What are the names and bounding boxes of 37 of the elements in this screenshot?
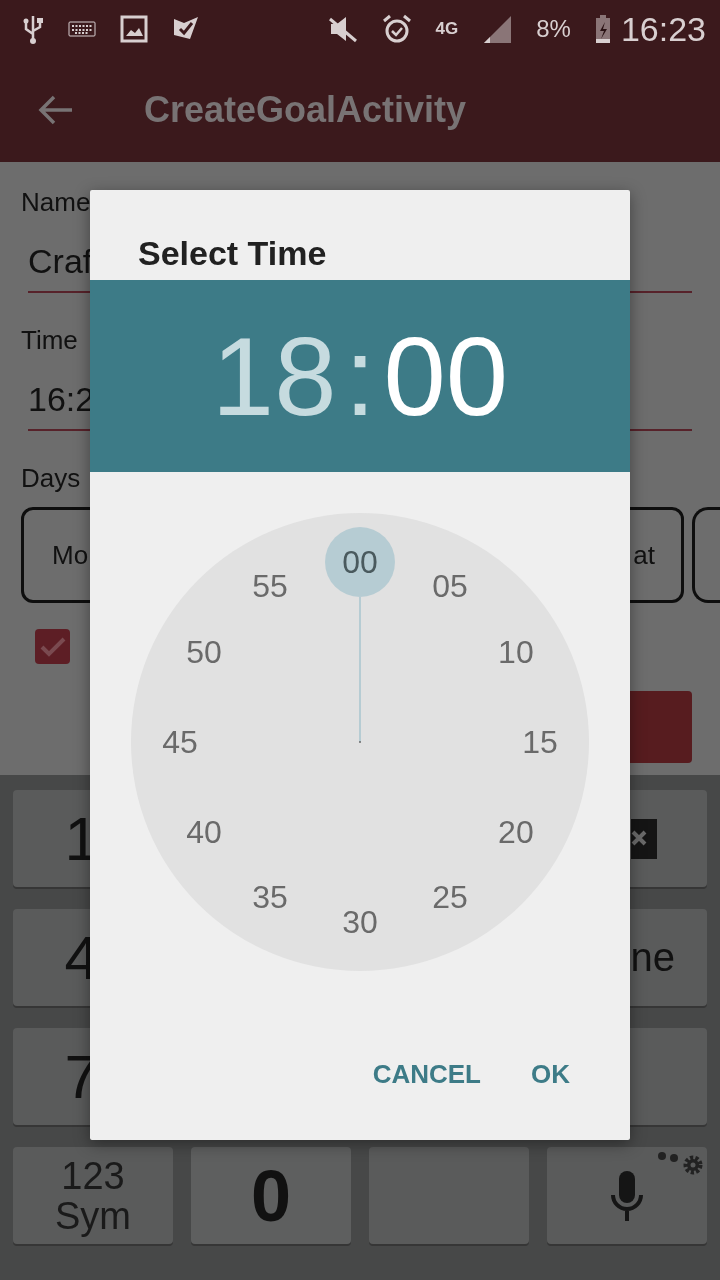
minute-option[interactable]: 00 xyxy=(325,527,395,597)
hour-display[interactable]: 18 xyxy=(211,311,337,441)
network-label: 4G xyxy=(435,19,459,39)
minute-display[interactable]: 00 xyxy=(383,311,509,441)
back-arrow-icon[interactable] xyxy=(38,95,74,125)
dialog-button[interactable]: CANCEL xyxy=(362,1051,491,1098)
alarm-icon xyxy=(381,14,412,44)
backspace-icon xyxy=(631,818,657,859)
time-separator: : xyxy=(344,312,376,441)
time-field[interactable]: 16:2 xyxy=(28,379,95,429)
usb-icon xyxy=(22,14,44,44)
key-label: Sym xyxy=(55,1195,131,1236)
screen-title: CreateGoalActivity xyxy=(144,89,467,131)
key-label: 123 xyxy=(61,1155,125,1196)
image-icon xyxy=(120,15,148,43)
field-label: Name xyxy=(21,187,92,217)
status-time: 16:23 xyxy=(620,9,706,49)
battery-level: 8% xyxy=(536,15,571,43)
signal-icon xyxy=(482,14,513,44)
minute-option[interactable]: 45 xyxy=(145,707,215,777)
day-toggle[interactable] xyxy=(692,507,720,603)
keyboard-icon xyxy=(68,21,96,37)
mute-icon xyxy=(327,15,358,43)
microphone-icon xyxy=(609,1168,645,1223)
key[interactable] xyxy=(547,1147,707,1244)
name-field[interactable]: Craf xyxy=(28,241,93,291)
dialog-title: Select Time xyxy=(137,233,328,274)
minute-option[interactable]: 15 xyxy=(505,707,575,777)
field-label: Days xyxy=(21,463,82,493)
mode-key[interactable]: 123 Sym xyxy=(13,1147,173,1244)
gear-icon xyxy=(657,1151,705,1177)
minute-option[interactable]: 30 xyxy=(325,887,395,957)
key[interactable]: 0 xyxy=(191,1147,351,1244)
dialog-button[interactable]: OK xyxy=(521,1051,580,1098)
battery-icon xyxy=(594,14,611,44)
checkbox[interactable] xyxy=(35,629,70,664)
field-label: Time xyxy=(21,325,79,355)
